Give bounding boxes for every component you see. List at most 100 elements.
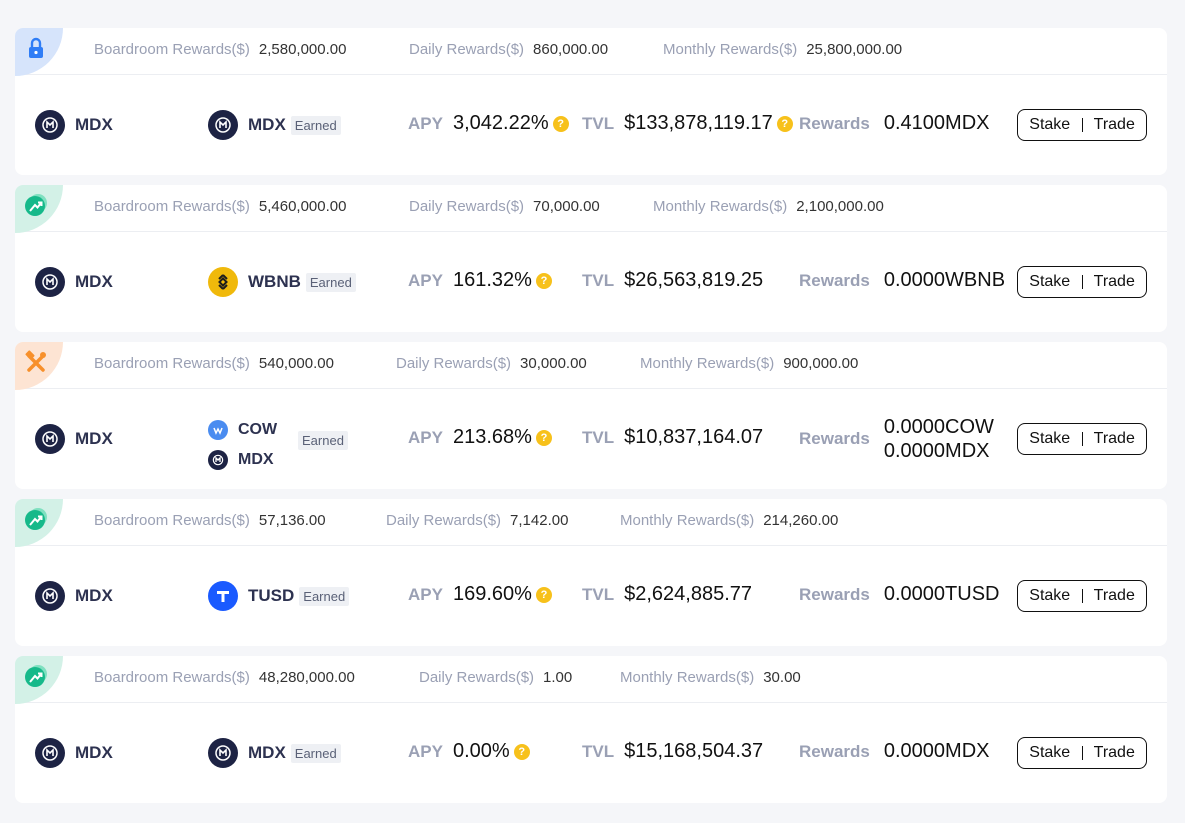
stake-button[interactable]: Stake	[1018, 587, 1082, 605]
pool-actions: Stake Trade	[1017, 580, 1147, 612]
apy: APY 169.60% ?	[408, 583, 552, 606]
monthly-rewards: Monthly Rewards($) 900,000.00	[640, 355, 859, 372]
tvl-value: $2,624,885.77	[624, 583, 753, 605]
rewards: Rewards 0.4100MDX	[799, 112, 990, 134]
tvl-value: $10,837,164.07	[624, 426, 764, 448]
pool-card: Boardroom Rewards($) 540,000.00 Daily Rew…	[15, 342, 1167, 489]
pool-header: Boardroom Rewards($) 540,000.00 Daily Rew…	[15, 342, 1167, 389]
rewards: Rewards 0.0000WBNB	[799, 269, 1006, 291]
earned-badge: Earned	[290, 115, 341, 135]
daily-rewards: Daily Rewards($) 30,000.00	[396, 355, 587, 372]
stake-button[interactable]: Stake	[1018, 116, 1082, 134]
trade-button[interactable]: Trade	[1083, 587, 1147, 605]
help-icon[interactable]: ?	[513, 743, 530, 760]
pool-header: Boardroom Rewards($) 2,580,000.00 Daily R…	[15, 28, 1167, 75]
tools-icon	[25, 350, 46, 372]
rewards-values: 0.0000COW 0.0000MDX	[884, 415, 994, 463]
earn-token: WBNB Earned	[208, 267, 356, 297]
pool-body: MDX MDX Earned APY 3,042.22% ? TVL $133,…	[15, 75, 1167, 175]
stake-button[interactable]: Stake	[1018, 273, 1082, 291]
rewards-value: 0.0000MDX	[883, 740, 990, 762]
earn-token-name: COW	[238, 421, 278, 438]
rewards: Rewards 0.0000MDX	[799, 740, 990, 762]
stake-token: MDX	[35, 110, 113, 140]
rewards: Rewards 0.0000TUSD	[799, 583, 1000, 605]
trade-button[interactable]: Trade	[1083, 430, 1147, 448]
daily-rewards: Daily Rewards($) 1.00	[419, 669, 573, 686]
trend-up-icon	[25, 508, 47, 530]
earned-badge: Earned	[298, 431, 348, 450]
trade-button[interactable]: Trade	[1083, 744, 1147, 762]
pool-card: Boardroom Rewards($) 48,280,000.00 Daily …	[15, 656, 1167, 803]
boardroom-rewards: Boardroom Rewards($) 2,580,000.00	[94, 41, 347, 58]
earn-token-name: MDX	[248, 743, 286, 762]
tvl-value: $15,168,504.37	[624, 740, 764, 762]
rewards: Rewards 0.0000COW 0.0000MDX	[799, 415, 994, 463]
stake-button[interactable]: Stake	[1018, 430, 1082, 448]
daily-rewards: Daily Rewards($) 860,000.00	[409, 41, 609, 58]
tvl: TVL $15,168,504.37	[582, 740, 764, 762]
earn-token-name: MDX	[238, 451, 274, 468]
tvl: TVL $2,624,885.77	[582, 583, 753, 605]
earn-token: MDX Earned	[208, 110, 341, 140]
earn-token: TUSD Earned	[208, 581, 350, 611]
boardroom-rewards: Boardroom Rewards($) 48,280,000.00	[94, 669, 355, 686]
tvl: TVL $10,837,164.07	[582, 426, 764, 448]
mdx-logo-icon	[208, 450, 228, 470]
boardroom-rewards: Boardroom Rewards($) 540,000.00	[94, 355, 334, 372]
help-icon[interactable]: ?	[552, 115, 569, 132]
rewards-value: 0.4100MDX	[883, 112, 990, 134]
trend-up-icon	[25, 194, 47, 216]
lock-icon	[29, 37, 43, 58]
pool-body: MDX WBNB Earned APY 161.32% ? TVL $26,56…	[15, 232, 1167, 332]
pool-actions: Stake Trade	[1017, 266, 1147, 298]
earn-token-name: WBNB	[248, 272, 301, 291]
rewards-value: 0.0000MDX	[883, 440, 990, 462]
tvl: TVL $133,878,119.17 ?	[582, 112, 793, 135]
help-icon[interactable]: ?	[535, 429, 552, 446]
stake-token: MDX	[35, 267, 113, 297]
monthly-rewards: Monthly Rewards($) 214,260.00	[620, 512, 839, 529]
earned-badge: Earned	[290, 743, 341, 763]
pool-header: Boardroom Rewards($) 5,460,000.00 Daily R…	[15, 185, 1167, 232]
pool-card: Boardroom Rewards($) 57,136.00 Daily Rewa…	[15, 499, 1167, 646]
stake-token: MDX	[35, 738, 113, 768]
stake-token-name: MDX	[75, 429, 113, 448]
apy: APY 0.00% ?	[408, 740, 530, 763]
earned-badge: Earned	[299, 586, 350, 606]
apy-value: 169.60%	[452, 583, 532, 605]
help-icon[interactable]: ?	[535, 586, 552, 603]
earn-token-list: COW MDX	[208, 415, 277, 475]
tvl-value: $133,878,119.17	[624, 112, 773, 134]
help-icon[interactable]: ?	[535, 272, 552, 289]
tvl-value: $26,563,819.25	[624, 269, 764, 291]
bnb-logo-icon	[208, 267, 238, 297]
trade-button[interactable]: Trade	[1083, 116, 1147, 134]
earn-token: MDX	[208, 445, 277, 475]
rewards-value: 0.0000COW	[883, 416, 994, 438]
earn-token: COW	[208, 415, 277, 445]
mdx-logo-icon	[35, 581, 65, 611]
apy-value: 213.68%	[452, 426, 532, 448]
pool-header: Boardroom Rewards($) 48,280,000.00 Daily …	[15, 656, 1167, 703]
trade-button[interactable]: Trade	[1083, 273, 1147, 291]
boardroom-rewards: Boardroom Rewards($) 5,460,000.00	[94, 198, 347, 215]
earn-token-name: TUSD	[248, 586, 295, 605]
apy: APY 161.32% ?	[408, 269, 552, 292]
mdx-logo-icon	[35, 110, 65, 140]
pool-body: MDX COW MDX Earned APY 213.68% ? TVL $10…	[15, 389, 1167, 489]
stake-token-name: MDX	[75, 743, 113, 762]
help-icon[interactable]: ?	[776, 115, 793, 132]
monthly-rewards: Monthly Rewards($) 25,800,000.00	[663, 41, 903, 58]
pool-actions: Stake Trade	[1017, 737, 1147, 769]
apy: APY 3,042.22% ?	[408, 112, 569, 135]
rewards-value: 0.0000TUSD	[883, 583, 1000, 605]
pool-card: Boardroom Rewards($) 5,460,000.00 Daily R…	[15, 185, 1167, 332]
tvl: TVL $26,563,819.25	[582, 269, 764, 291]
daily-rewards: Daily Rewards($) 7,142.00	[386, 512, 569, 529]
monthly-rewards: Monthly Rewards($) 2,100,000.00	[653, 198, 884, 215]
earned-badge: Earned	[305, 272, 356, 292]
stake-button[interactable]: Stake	[1018, 744, 1082, 762]
stake-token: MDX	[35, 581, 113, 611]
earn-token-name: MDX	[248, 115, 286, 134]
